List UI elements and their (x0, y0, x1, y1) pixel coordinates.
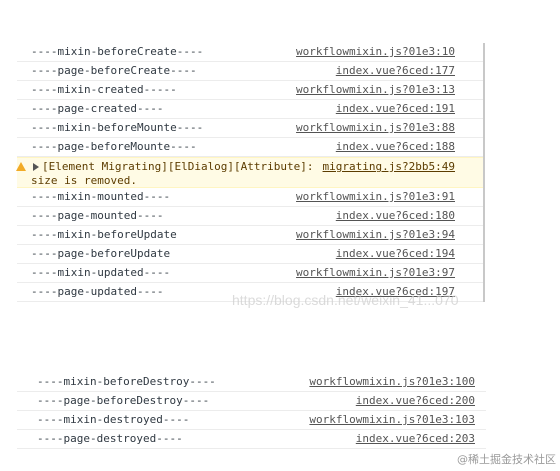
log-message: ----mixin-beforeMounte---- (31, 121, 204, 134)
console-log-row: ----mixin-mounted---- workflowmixin.js?01… (17, 188, 483, 207)
log-source-link[interactable]: workflowmixin.js?01e3:97 (296, 266, 455, 279)
log-message: ----page-mounted---- (31, 209, 164, 222)
log-source-link[interactable]: index.vue?6ced:203 (356, 432, 475, 445)
log-message: ----page-beforeMounte---- (31, 140, 197, 153)
console-log-row: ----mixin-beforeCreate---- workflowmixin.… (17, 43, 483, 62)
console-log-row: ----page-beforeCreate---- index.vue?6ced:… (17, 62, 483, 81)
console-rows-destroy: ----mixin-beforeDestroy---- workflowmixin… (17, 373, 486, 449)
console-log-row: ----page-mounted---- index.vue?6ced:180 (17, 207, 483, 226)
log-source-link[interactable]: workflowmixin.js?01e3:103 (309, 413, 475, 426)
console-log-row: ----mixin-beforeUpdate workflowmixin.js?0… (17, 226, 483, 245)
warning-source-link[interactable]: migrating.js?2bb5:49 (323, 160, 455, 173)
console-log-row: ----mixin-destroyed---- workflowmixin.js?… (17, 411, 486, 430)
log-message: ----mixin-destroyed---- (37, 413, 190, 426)
log-message: ----mixin-created----- (31, 83, 177, 96)
console-panel-top: ----mixin-beforeCreate---- workflowmixin.… (16, 43, 485, 302)
log-source-link[interactable]: index.vue?6ced:180 (336, 209, 455, 222)
warning-icon (16, 162, 26, 171)
log-message: ----mixin-beforeDestroy---- (37, 375, 216, 388)
log-source-link[interactable]: index.vue?6ced:191 (336, 102, 455, 115)
log-message: ----page-created---- (31, 102, 164, 115)
log-message: ----page-beforeUpdate (31, 247, 171, 260)
console-rows-after-warning: ----mixin-mounted---- workflowmixin.js?01… (17, 188, 483, 302)
console-log-row: ----mixin-beforeMounte---- workflowmixin.… (17, 119, 483, 138)
log-source-link[interactable]: workflowmixin.js?01e3:88 (296, 121, 455, 134)
console-log-row: ----page-beforeDestroy---- index.vue?6ced… (17, 392, 486, 411)
console-panel-bottom: ----mixin-beforeDestroy---- workflowmixin… (17, 373, 486, 449)
log-source-link[interactable]: workflowmixin.js?01e3:91 (296, 190, 455, 203)
log-message: ----mixin-beforeUpdate (31, 228, 177, 241)
log-source-link[interactable]: index.vue?6ced:177 (336, 64, 455, 77)
log-message: ----page-updated---- (31, 285, 164, 298)
log-source-link[interactable]: workflowmixin.js?01e3:10 (296, 45, 455, 58)
console-log-row: ----page-created---- index.vue?6ced:191 (17, 100, 483, 119)
log-message: ----page-destroyed---- (37, 432, 183, 445)
expand-triangle-icon[interactable] (33, 163, 39, 171)
console-log-row: ----mixin-updated---- workflowmixin.js?01… (17, 264, 483, 283)
log-message: ----mixin-beforeCreate---- (31, 45, 204, 58)
log-message: ----page-beforeCreate---- (31, 64, 197, 77)
corner-watermark: @稀土掘金技术社区 (457, 453, 556, 466)
console-log-row: ----page-beforeMounte---- index.vue?6ced:… (17, 138, 483, 157)
console-warning-row: [Element Migrating][ElDialog][Attribute]… (16, 157, 483, 188)
log-source-link[interactable]: index.vue?6ced:188 (336, 140, 455, 153)
console-rows-before-warning: ----mixin-beforeCreate---- workflowmixin.… (17, 43, 483, 157)
log-source-link[interactable]: index.vue?6ced:200 (356, 394, 475, 407)
console-log-row: ----page-destroyed---- index.vue?6ced:203 (17, 430, 486, 449)
console-log-row: ----page-beforeUpdate index.vue?6ced:194 (17, 245, 483, 264)
log-source-link[interactable]: index.vue?6ced:194 (336, 247, 455, 260)
console-log-row: ----mixin-beforeDestroy---- workflowmixin… (17, 373, 486, 392)
log-message: ----mixin-mounted---- (31, 190, 171, 203)
warning-message: [Element Migrating][ElDialog][Attribute]… (42, 160, 314, 173)
log-message: ----page-beforeDestroy---- (37, 394, 210, 407)
watermark-text: https://blog.csdn.net/weixin_41...070 (232, 292, 459, 308)
log-message: ----mixin-updated---- (31, 266, 171, 279)
log-source-link[interactable]: workflowmixin.js?01e3:100 (309, 375, 475, 388)
console-log-row: ----mixin-created----- workflowmixin.js?0… (17, 81, 483, 100)
log-source-link[interactable]: workflowmixin.js?01e3:13 (296, 83, 455, 96)
warning-message-detail: size is removed. (31, 174, 137, 187)
log-source-link[interactable]: workflowmixin.js?01e3:94 (296, 228, 455, 241)
